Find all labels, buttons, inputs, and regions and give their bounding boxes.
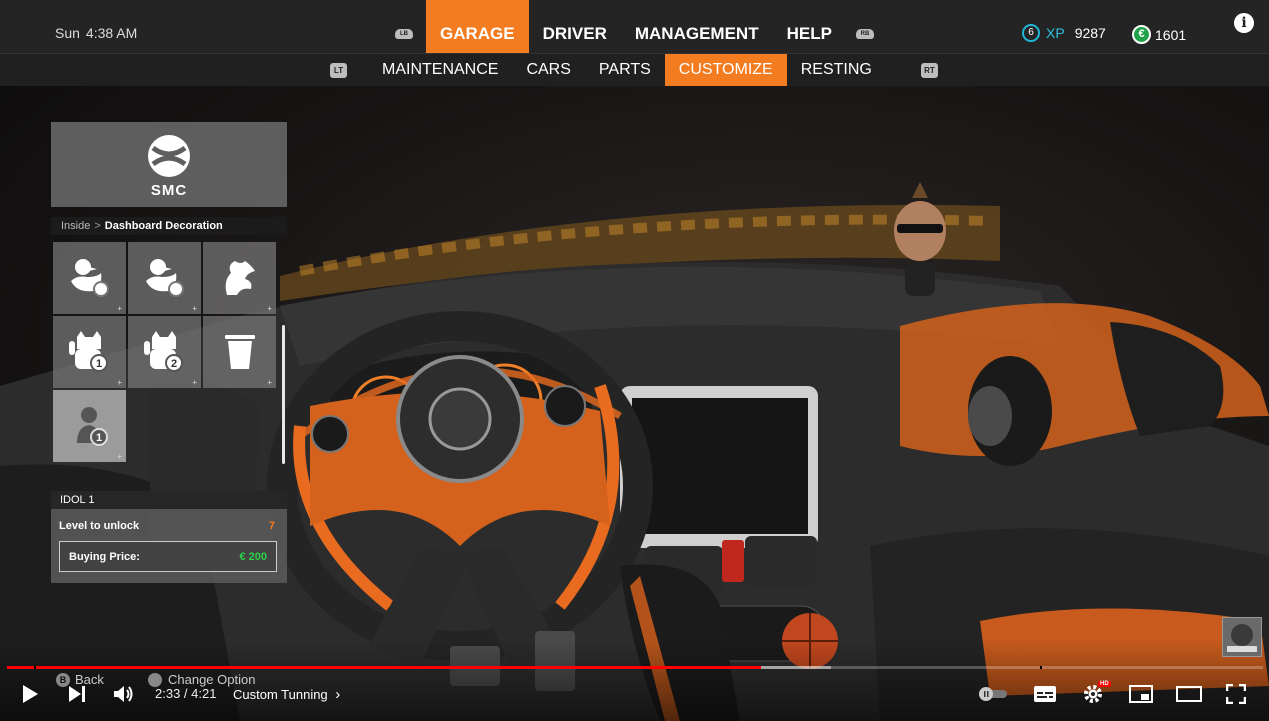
main-tabs: GARAGE DRIVER MANAGEMENT HELP bbox=[426, 0, 846, 53]
buying-price-box[interactable]: Buying Price: € 200 bbox=[59, 541, 277, 572]
tile-lucky-cat-1[interactable]: 1 + bbox=[53, 316, 126, 388]
fullscreen-icon[interactable] bbox=[1226, 684, 1246, 704]
theater-mode-icon[interactable] bbox=[1176, 686, 1202, 702]
clock-day: Sun bbox=[55, 25, 80, 41]
tile-idol-1[interactable]: 1 + bbox=[53, 390, 126, 462]
tab-garage[interactable]: GARAGE bbox=[426, 0, 529, 53]
video-time: 2:33 / 4:21 bbox=[155, 686, 217, 701]
video-progress-bar[interactable] bbox=[7, 666, 1263, 669]
rb-button-icon[interactable]: RB bbox=[856, 29, 874, 39]
lt-trigger-icon[interactable]: LT bbox=[330, 63, 347, 78]
tile-plus-icon: + bbox=[267, 378, 272, 387]
decoration-grid: + + + 1 + 2 + + 1 + bbox=[51, 240, 278, 467]
chevron-right-icon: › bbox=[335, 686, 341, 703]
buying-price-label: Buying Price: bbox=[69, 551, 140, 563]
channel-watermark[interactable] bbox=[1222, 617, 1262, 657]
tile-dragon[interactable]: + bbox=[203, 242, 276, 314]
tile-remove[interactable]: + bbox=[203, 316, 276, 388]
chapter-title[interactable]: Custom Tunning › bbox=[233, 686, 340, 703]
tile-plus-icon: + bbox=[117, 378, 122, 387]
xp-level-badge: 6 bbox=[1022, 24, 1040, 42]
brand-card: SMC bbox=[51, 122, 287, 207]
duck-icon bbox=[71, 259, 109, 297]
tab-cars[interactable]: CARS bbox=[512, 54, 584, 86]
top-bar: Sun 4:38 AM LB GARAGE DRIVER MANAGEMENT H… bbox=[0, 0, 1269, 53]
sub-tabs: MAINTENANCE CARS PARTS CUSTOMIZE RESTING bbox=[368, 54, 886, 86]
breadcrumb: Inside > Dashboard Decoration bbox=[51, 217, 287, 235]
volume-icon[interactable] bbox=[113, 684, 135, 704]
grid-scrollbar[interactable] bbox=[282, 325, 285, 464]
hint-change-option: Change Option bbox=[148, 672, 255, 687]
breadcrumb-parent[interactable]: Inside bbox=[61, 220, 90, 232]
xp-value: 9287 bbox=[1074, 25, 1106, 41]
xp-label: XP bbox=[1046, 25, 1065, 41]
tile-plus-icon: + bbox=[117, 304, 122, 313]
tab-help[interactable]: HELP bbox=[773, 0, 846, 53]
euro-coin-icon: € bbox=[1132, 25, 1151, 44]
tile-badge: 1 bbox=[96, 432, 102, 444]
item-title: IDOL 1 bbox=[51, 491, 287, 509]
level-to-unlock-value: 7 bbox=[268, 520, 275, 532]
tile-badge: 2 bbox=[171, 358, 177, 370]
money-value: 1601 bbox=[1155, 26, 1187, 43]
idol-icon: 1 bbox=[77, 407, 108, 446]
tab-customize[interactable]: CUSTOMIZE bbox=[664, 54, 787, 86]
tab-resting[interactable]: RESTING bbox=[787, 54, 886, 86]
autoplay-toggle-icon[interactable] bbox=[977, 686, 1009, 702]
play-icon[interactable] bbox=[21, 684, 39, 704]
tile-plus-icon: + bbox=[117, 452, 122, 461]
lb-button-icon[interactable]: LB bbox=[395, 29, 413, 39]
brand-name: SMC bbox=[150, 182, 188, 199]
tile-lucky-cat-2[interactable]: 2 + bbox=[128, 316, 201, 388]
miniplayer-icon[interactable] bbox=[1129, 685, 1153, 703]
money-display: € 1601 bbox=[1132, 25, 1186, 44]
watermark-logo-icon bbox=[1227, 624, 1257, 652]
dragon-icon bbox=[225, 261, 255, 295]
tab-driver[interactable]: DRIVER bbox=[529, 0, 621, 53]
info-icon[interactable]: i bbox=[1234, 13, 1254, 33]
chapter-marker bbox=[1040, 666, 1042, 669]
next-icon[interactable] bbox=[67, 685, 87, 703]
sub-tab-bar: LT MAINTENANCE CARS PARTS CUSTOMIZE REST… bbox=[0, 53, 1269, 86]
lucky-cat-icon: 2 bbox=[144, 331, 183, 372]
progress-played bbox=[7, 666, 761, 669]
item-details: Level to unlock 7 Buying Price: € 200 bbox=[51, 509, 287, 583]
tab-management[interactable]: MANAGEMENT bbox=[621, 0, 773, 53]
tile-plus-icon: + bbox=[192, 304, 197, 313]
hint-change-label: Change Option bbox=[168, 672, 256, 687]
tab-parts[interactable]: PARTS bbox=[585, 54, 665, 86]
smc-logo-icon bbox=[148, 135, 190, 177]
breadcrumb-current: Dashboard Decoration bbox=[104, 220, 223, 232]
xp-display: 6 XP 9287 bbox=[1022, 24, 1106, 42]
buying-price-value: € 200 bbox=[239, 551, 267, 563]
tile-duck[interactable]: + bbox=[53, 242, 126, 314]
rt-trigger-icon[interactable]: RT bbox=[921, 63, 938, 78]
clock: Sun 4:38 AM bbox=[55, 25, 143, 41]
duck-crown-icon bbox=[146, 259, 184, 297]
clock-time: 4:38 AM bbox=[85, 25, 138, 41]
chapter-title-label: Custom Tunning bbox=[233, 687, 328, 702]
right-stick-icon bbox=[148, 672, 162, 687]
chapter-marker bbox=[34, 666, 36, 669]
tab-maintenance[interactable]: MAINTENANCE bbox=[368, 54, 512, 86]
tile-badge: 1 bbox=[96, 358, 102, 370]
tile-plus-icon: + bbox=[267, 304, 272, 313]
breadcrumb-separator: > bbox=[94, 220, 101, 232]
subtitles-icon[interactable] bbox=[1033, 685, 1057, 703]
hd-badge: HD bbox=[1098, 681, 1111, 687]
lucky-cat-icon: 1 bbox=[69, 331, 108, 372]
level-to-unlock-label: Level to unlock bbox=[59, 520, 140, 532]
trash-icon bbox=[225, 335, 255, 369]
tile-plus-icon: + bbox=[192, 378, 197, 387]
tile-duck-crown[interactable]: + bbox=[128, 242, 201, 314]
